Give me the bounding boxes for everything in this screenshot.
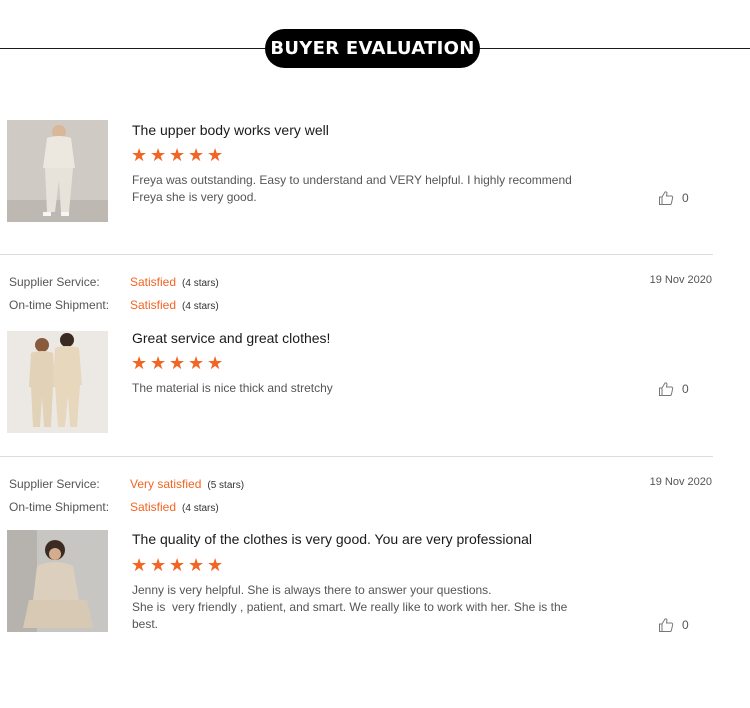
like-count: 0 xyxy=(682,191,689,205)
star-icon: ★ xyxy=(131,353,148,374)
shipment-rating: Satisfied xyxy=(130,298,177,312)
star-icon: ★ xyxy=(131,145,148,166)
rating-stars: ★ ★ ★ ★ ★ xyxy=(131,355,223,373)
review-date: 19 Nov 2020 xyxy=(649,476,712,488)
shipment-rating: Satisfied xyxy=(130,500,177,514)
star-icon: ★ xyxy=(131,555,148,576)
review-photo[interactable] xyxy=(7,120,108,222)
thumbs-up-icon xyxy=(659,382,674,396)
review-title: Great service and great clothes! xyxy=(132,330,331,346)
like-count: 0 xyxy=(682,618,689,632)
supplier-service-value: Very satisfied (5 stars) xyxy=(130,477,244,491)
like-button[interactable]: 0 xyxy=(658,617,689,633)
supplier-service-value: Satisfied (4 stars) xyxy=(130,275,219,289)
review-text: The material is nice thick and stretchy xyxy=(132,380,612,397)
supplier-service-label: Supplier Service: xyxy=(9,477,100,491)
thumbs-up-icon xyxy=(659,191,674,205)
review-title: The quality of the clothes is very good.… xyxy=(132,531,533,547)
review-text-line: Jenny is very helpful. She is always the… xyxy=(132,583,492,597)
supplier-service-rating: Satisfied xyxy=(130,275,177,289)
review-text-line: Freya was outstanding. Easy to understan… xyxy=(132,173,572,187)
shipment-label: On-time Shipment: xyxy=(9,298,110,312)
review-text-line: She is very friendly , patient, and smar… xyxy=(132,600,568,614)
star-icon: ★ xyxy=(150,555,167,576)
rating-stars: ★ ★ ★ ★ ★ xyxy=(131,147,223,165)
review-text-line: The material is nice thick and stretchy xyxy=(132,381,333,395)
review-divider xyxy=(0,254,713,255)
star-icon: ★ xyxy=(150,145,167,166)
shipment-stars: (4 stars) xyxy=(182,301,219,312)
supplier-service-rating: Very satisfied xyxy=(130,477,202,491)
supplier-service-stars: (4 stars) xyxy=(182,278,219,289)
star-icon: ★ xyxy=(188,555,205,576)
like-count: 0 xyxy=(682,382,689,396)
star-icon: ★ xyxy=(207,145,224,166)
review-photo[interactable] xyxy=(7,530,108,632)
star-icon: ★ xyxy=(169,145,186,166)
star-icon: ★ xyxy=(188,145,205,166)
shipment-value: Satisfied (4 stars) xyxy=(130,500,219,514)
star-icon: ★ xyxy=(169,353,186,374)
star-icon: ★ xyxy=(207,353,224,374)
review-divider xyxy=(0,456,713,457)
supplier-service-stars: (5 stars) xyxy=(207,480,245,491)
shipment-stars: (4 stars) xyxy=(182,503,219,514)
review-text-line: Freya she is very good. xyxy=(132,190,257,204)
review-date: 19 Nov 2020 xyxy=(649,274,712,286)
like-button[interactable]: 0 xyxy=(658,190,689,206)
shipment-value: Satisfied (4 stars) xyxy=(130,298,219,312)
review-text-line: best. xyxy=(132,617,159,631)
review-text: Freya was outstanding. Easy to understan… xyxy=(132,172,612,206)
like-button[interactable]: 0 xyxy=(658,381,689,397)
supplier-service-label: Supplier Service: xyxy=(9,275,100,289)
star-icon: ★ xyxy=(207,555,224,576)
review-photo[interactable] xyxy=(7,331,108,433)
section-title: BUYER EVALUATION xyxy=(265,29,480,68)
star-icon: ★ xyxy=(169,555,186,576)
star-icon: ★ xyxy=(188,353,205,374)
review-text: Jenny is very helpful. She is always the… xyxy=(132,582,612,633)
shipment-label: On-time Shipment: xyxy=(9,500,110,514)
review-title: The upper body works very well xyxy=(132,122,329,138)
thumbs-up-icon xyxy=(659,618,674,632)
rating-stars: ★ ★ ★ ★ ★ xyxy=(131,557,223,575)
star-icon: ★ xyxy=(150,353,167,374)
